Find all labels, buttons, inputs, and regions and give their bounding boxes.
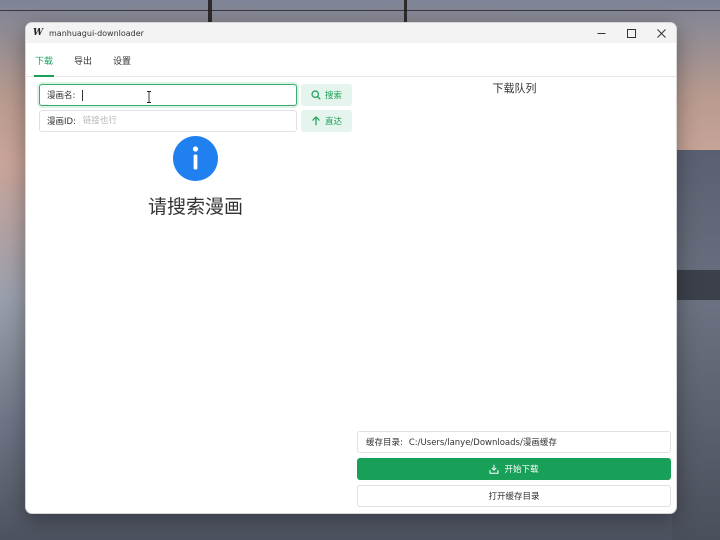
download-page: 漫画名: 搜索 漫画ID: 直达 bbox=[26, 77, 676, 513]
download-icon bbox=[489, 464, 499, 474]
close-icon bbox=[656, 28, 666, 38]
window-title: manhuagui-downloader bbox=[49, 28, 144, 38]
arrow-up-icon bbox=[312, 116, 320, 126]
tab-bar: 下载 导出 设置 bbox=[26, 43, 676, 77]
start-download-button[interactable]: 开始下载 bbox=[357, 458, 671, 480]
comic-name-field[interactable]: 漫画名: bbox=[39, 84, 297, 106]
cache-directory-path: C:/Users/lanye/Downloads/漫画缓存 bbox=[408, 438, 557, 448]
id-row: 漫画ID: 直达 bbox=[39, 110, 352, 132]
background-pole bbox=[404, 0, 407, 22]
minimize-button[interactable] bbox=[586, 23, 616, 43]
direct-button-label: 直达 bbox=[324, 117, 342, 127]
tab-export[interactable]: 导出 bbox=[74, 54, 92, 76]
minimize-icon bbox=[597, 32, 605, 34]
tab-download[interactable]: 下载 bbox=[33, 54, 55, 77]
title-bar[interactable]: W manhuagui-downloader bbox=[26, 23, 676, 43]
open-cache-directory-button[interactable]: 打开缓存目录 bbox=[357, 485, 671, 507]
empty-state: 请搜索漫画 bbox=[39, 135, 352, 230]
background-wire bbox=[0, 10, 720, 11]
comic-id-input[interactable] bbox=[82, 112, 296, 130]
info-icon bbox=[173, 136, 218, 181]
direct-button[interactable]: 直达 bbox=[301, 110, 352, 132]
info-glyph-icon bbox=[192, 146, 199, 170]
search-row: 漫画名: 搜索 bbox=[39, 84, 352, 106]
comic-id-label: 漫画ID: bbox=[47, 117, 76, 127]
text-caret bbox=[82, 89, 84, 101]
download-queue-title: 下载队列 bbox=[492, 82, 537, 95]
close-button[interactable] bbox=[646, 23, 676, 43]
background-house bbox=[672, 150, 720, 540]
background-pole bbox=[208, 0, 212, 22]
tab-settings[interactable]: 设置 bbox=[113, 54, 131, 76]
ibeam-cursor-icon bbox=[147, 91, 151, 103]
comic-name-label: 漫画名: bbox=[47, 91, 76, 101]
empty-state-text: 请搜索漫画 bbox=[147, 196, 243, 218]
start-download-label: 开始下载 bbox=[504, 465, 539, 475]
app-window: W manhuagui-downloader 下载 导出 设置 漫画名: 搜索 … bbox=[25, 22, 677, 514]
search-button-label: 搜索 bbox=[324, 91, 342, 101]
cache-directory-display: 缓存目录: C:/Users/lanye/Downloads/漫画缓存 bbox=[357, 431, 671, 453]
window-controls bbox=[586, 23, 676, 43]
cache-directory-label: 缓存目录: bbox=[366, 438, 403, 448]
comic-id-field[interactable]: 漫画ID: bbox=[39, 110, 297, 132]
search-icon bbox=[311, 90, 321, 100]
maximize-icon bbox=[626, 28, 636, 38]
comic-name-input[interactable] bbox=[90, 86, 296, 104]
background-roof bbox=[672, 270, 720, 300]
app-icon: W bbox=[33, 28, 44, 38]
maximize-button[interactable] bbox=[616, 23, 646, 43]
search-button[interactable]: 搜索 bbox=[301, 84, 352, 106]
